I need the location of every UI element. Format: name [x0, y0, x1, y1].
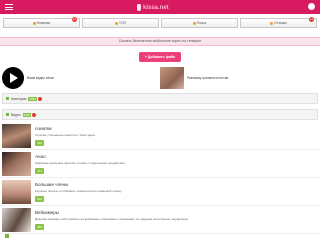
top-bar: kissa.net — [0, 0, 320, 14]
menu-icon[interactable] — [5, 4, 13, 10]
category-thumbnail — [2, 152, 31, 176]
star-icon — [32, 21, 36, 25]
add-video-button[interactable]: + Добавить файл — [139, 52, 181, 62]
feature-video[interactable]: Разовому трахаются поттаи — [160, 66, 318, 90]
category-title: Большие члены — [35, 182, 69, 187]
category-count: 508 — [35, 196, 44, 202]
list-item[interactable]: Анал Красивые анальные занятия и порно с… — [0, 151, 320, 178]
feature-video-text: Разовому трахаются поттаи — [187, 76, 229, 80]
category-title: Азиатки — [35, 126, 52, 131]
nav-reviews-badge: 11 — [308, 17, 314, 22]
fire-icon — [114, 21, 118, 25]
category-description: Девушки обожают себя снимать на вебкамер… — [35, 217, 188, 221]
promo-banner[interactable]: Скачать бесплатное мобильное порно на те… — [0, 37, 320, 46]
category-count: 385 — [35, 224, 44, 230]
feature-upload-text: Ваше видео сетки — [27, 76, 54, 80]
comment-icon — [270, 21, 274, 25]
nav-new-badge: 13 — [71, 17, 77, 22]
section-categories-count: 2036 — [28, 96, 37, 101]
nav-search-label: Поиск — [196, 21, 207, 25]
nav-new-label: Новинки — [36, 21, 51, 25]
new-badge-icon — [31, 112, 36, 117]
category-thumbnail — [2, 180, 31, 204]
nav-new[interactable]: Новинки 13 — [3, 17, 80, 28]
user-icon[interactable] — [308, 3, 315, 10]
list-item[interactable]: Большие члены Крупные пенисы и прибавить… — [0, 179, 320, 206]
section-videos-count: 2036 — [22, 112, 31, 117]
section-categories[interactable]: Категории 2036 — [2, 93, 318, 104]
nav-reviews-label: Отзывы — [274, 21, 287, 25]
logo-mark-icon — [137, 4, 141, 11]
category-title: Анал — [35, 154, 46, 159]
section-videos[interactable]: Видео 2036 — [2, 109, 318, 120]
feature-thumbnail — [160, 67, 184, 89]
category-count: 540 — [35, 140, 44, 146]
promo-text: Скачать бесплатное мобильное порно на те… — [118, 39, 202, 43]
category-description: Горячие утонченные красотки с Азии здесь — [35, 133, 96, 137]
feature-upload[interactable]: Ваше видео сетки — [2, 66, 152, 90]
section-videos-label: Видео — [11, 112, 21, 117]
video-icon — [6, 113, 9, 116]
section-categories-label: Категории — [11, 96, 27, 101]
play-icon — [2, 67, 24, 89]
nav-bar: Новинки 13 ТОП Поиск Отзывы 11 — [3, 17, 317, 28]
category-description: Крупные пенисы и прибавить поверхностью … — [35, 189, 122, 193]
logo-text: kissa.net — [143, 4, 169, 11]
nav-top-label: ТОП — [118, 21, 127, 25]
search-icon — [192, 21, 196, 25]
footer-icon — [5, 234, 9, 238]
nav-search[interactable]: Поиск — [161, 18, 238, 28]
site-logo[interactable]: kissa.net — [137, 3, 183, 12]
category-description: Красивые анальные занятия и порно с отде… — [35, 161, 125, 165]
nav-top[interactable]: ТОП — [82, 18, 159, 28]
folder-icon — [6, 97, 9, 100]
category-thumbnail — [2, 208, 31, 232]
new-badge-icon — [37, 96, 42, 101]
category-title: Вебкамеры — [35, 210, 59, 215]
nav-reviews[interactable]: Отзывы 11 — [240, 17, 317, 28]
list-item[interactable]: Азиатки Горячие утонченные красотки с Аз… — [0, 123, 320, 150]
category-thumbnail — [2, 124, 31, 148]
category-count: 743 — [35, 168, 44, 174]
list-item[interactable]: Вебкамеры Девушки обожают себя снимать н… — [0, 207, 320, 234]
